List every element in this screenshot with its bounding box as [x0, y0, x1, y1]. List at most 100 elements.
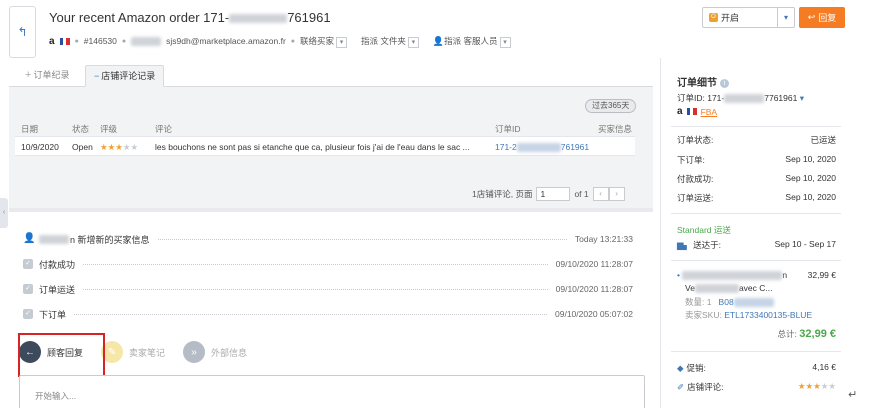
order-id-label: 订单ID: 171-: [677, 93, 725, 103]
divider: [671, 260, 841, 261]
order-total: 总计: 32,99 €: [677, 328, 836, 340]
timeline-item: 👤 n 新增新的买家信息 Today 13:21:33: [23, 232, 633, 246]
column-header-buyer-info: 买家信息: [598, 124, 633, 134]
status-select[interactable]: O 开启 ▾: [702, 7, 795, 28]
sku-label: 卖家SKU:: [685, 310, 722, 320]
timeline-item: ✓ 订单运送 09/10/2020 11:28:07: [23, 282, 633, 296]
amazon-logo: a: [49, 35, 55, 47]
order-details-panel: 订单细节 i 订单ID: 171- 7761961 ▾ a FBA 订单状态: 已运送…: [660, 58, 850, 408]
pager-summary: 1店铺评论, 页面: [472, 189, 533, 199]
back-arrow-icon: ↰: [17, 25, 28, 39]
order-details-title: 订单细节 i: [677, 74, 729, 89]
item-qty-asin: 数量: 1 B08: [685, 296, 774, 308]
item-sku: 卖家SKU: ETL1733400135-BLUE: [685, 309, 812, 321]
timeline-text: 订单运送: [39, 284, 76, 295]
redacted-order-id: [229, 14, 288, 24]
store-review-row: ✐ 店铺评论: ★★★★★: [677, 381, 836, 393]
contact-buyer-dropdown[interactable]: 联络买家 ▾: [300, 35, 348, 48]
timeline-time: 09/10/2020 11:28:07: [555, 284, 633, 294]
timeline-item: ✓ 付款成功 09/10/2020 11:28:07: [23, 257, 633, 271]
table-row[interactable]: 10/9/2020 Open ★★★★★ les bouchons ne son…: [15, 136, 635, 156]
bullet-icon: ●: [121, 37, 127, 45]
france-flag-icon: [686, 108, 697, 115]
review-rating-stars: ★★★★★: [100, 142, 138, 153]
timeline-item: ✓ 下订单 09/10/2020 05:07:02: [23, 307, 633, 321]
dotted-line: [83, 263, 548, 265]
next-page-icon[interactable]: ›: [608, 187, 625, 201]
highlight-box: [18, 333, 105, 377]
title-prefix: Your recent Amazon order 171-: [49, 10, 230, 25]
collapse-side-tab[interactable]: ‹: [0, 198, 8, 228]
shipped-date-row: 订单运送: Sep 10, 2020: [677, 192, 836, 204]
reply-button[interactable]: ↩ 回复: [799, 7, 845, 28]
dotted-line: [157, 238, 567, 240]
tab-order-history[interactable]: + 订单纪录: [17, 65, 77, 87]
back-button[interactable]: ↰: [9, 6, 36, 58]
check-icon: ✓: [23, 309, 33, 319]
sku-link[interactable]: ETL1733400135-BLUE: [724, 310, 812, 320]
external-info-label: 外部信息: [211, 347, 248, 358]
chevron-down-icon: ▾: [336, 36, 348, 48]
france-flag-icon: [59, 37, 70, 45]
kv-value: Sep 10, 2020: [785, 173, 836, 183]
order-meta-row: a ● #146530 ● sjs9dh@marketplace.amazon.…: [49, 35, 511, 48]
assign-folder-dropdown[interactable]: 指派 文件夹 ▾: [361, 35, 419, 48]
seller-note-button[interactable]: ✎ 卖家笔记: [101, 341, 165, 363]
star-empty-icon: ★: [122, 142, 131, 152]
reply-text-input[interactable]: 开始输入...: [19, 375, 645, 408]
pager-buttons: ‹ ›: [592, 187, 625, 201]
timeline-text: n 新增新的买家信息: [70, 234, 150, 245]
chevron-down-icon: ▾: [407, 36, 419, 48]
page-number-input[interactable]: 1: [536, 187, 571, 201]
paid-date-row: 付款成功: Sep 10, 2020: [677, 173, 836, 185]
store-reviews-panel: 过去365天 日期 状态 评级 评论 订单ID 买家信息 10/9/2020 O…: [9, 87, 653, 208]
assign-agent-dropdown[interactable]: 👤指派 客服人员 ▾: [433, 35, 511, 48]
kv-label: 店铺评论:: [687, 382, 724, 392]
review-order-id-link[interactable]: 171-2 761961: [495, 142, 589, 153]
timeline-text: 下订单: [39, 309, 67, 320]
kv-label: 送达于:: [693, 240, 721, 250]
dotted-line: [74, 313, 547, 315]
kv-label: 订单状态:: [677, 135, 714, 145]
kv-value: 4,16 €: [812, 362, 836, 372]
order-status-row: 订单状态: 已运送: [677, 134, 836, 146]
asin-link[interactable]: B08: [719, 297, 734, 307]
column-header-comment: 评论: [155, 124, 173, 134]
check-icon: ✓: [23, 259, 33, 269]
fba-link[interactable]: FBA: [701, 107, 718, 117]
tab-store-reviews[interactable]: − 店铺评论记录: [85, 65, 165, 87]
star-filled-icon: ★: [805, 381, 814, 391]
kv-label: 订单运送:: [677, 193, 714, 203]
kv-value: 已运送: [810, 135, 836, 145]
order-id-prefix: 171-2: [495, 142, 517, 152]
timeline-text: 付款成功: [39, 259, 76, 270]
store-review-stars: ★★★★★: [798, 381, 836, 392]
item-price: 32,99 €: [807, 270, 836, 280]
status-open-icon: O: [709, 13, 718, 22]
external-info-button[interactable]: » 外部信息: [183, 341, 247, 363]
redacted-order-id: [724, 94, 765, 104]
bullet-icon: ●: [74, 37, 79, 45]
order-id-dropdown[interactable]: 订单ID: 171- 7761961 ▾: [677, 92, 804, 104]
star-filled-icon: ★: [115, 142, 123, 152]
star-filled-icon: ★: [797, 381, 806, 391]
minus-icon: −: [94, 71, 100, 81]
divider: [671, 213, 841, 214]
column-header-order-id: 订单ID: [495, 124, 521, 134]
person-icon: 👤: [23, 233, 36, 244]
bullet-icon: •: [677, 270, 680, 280]
tag-icon: ◆: [677, 363, 684, 373]
star-filled-icon: ★: [813, 381, 821, 391]
info-icon[interactable]: i: [720, 78, 729, 88]
reply-arrow-icon: ↩: [807, 12, 816, 22]
kv-label: 付款成功:: [677, 174, 714, 184]
period-badge[interactable]: 过去365天: [585, 99, 637, 113]
column-header-status: 状态: [72, 124, 90, 134]
item-qty: 数量: 1: [685, 297, 712, 307]
bullet-icon: ●: [290, 37, 296, 45]
marketplace-info: a FBA: [677, 106, 717, 117]
divider: [671, 126, 841, 127]
order-id-suffix: 7761961: [764, 93, 798, 103]
delivery-range-row: ▆▖ 送达于: Sep 10 - Sep 17: [677, 239, 836, 251]
prev-page-icon[interactable]: ‹: [592, 187, 609, 201]
